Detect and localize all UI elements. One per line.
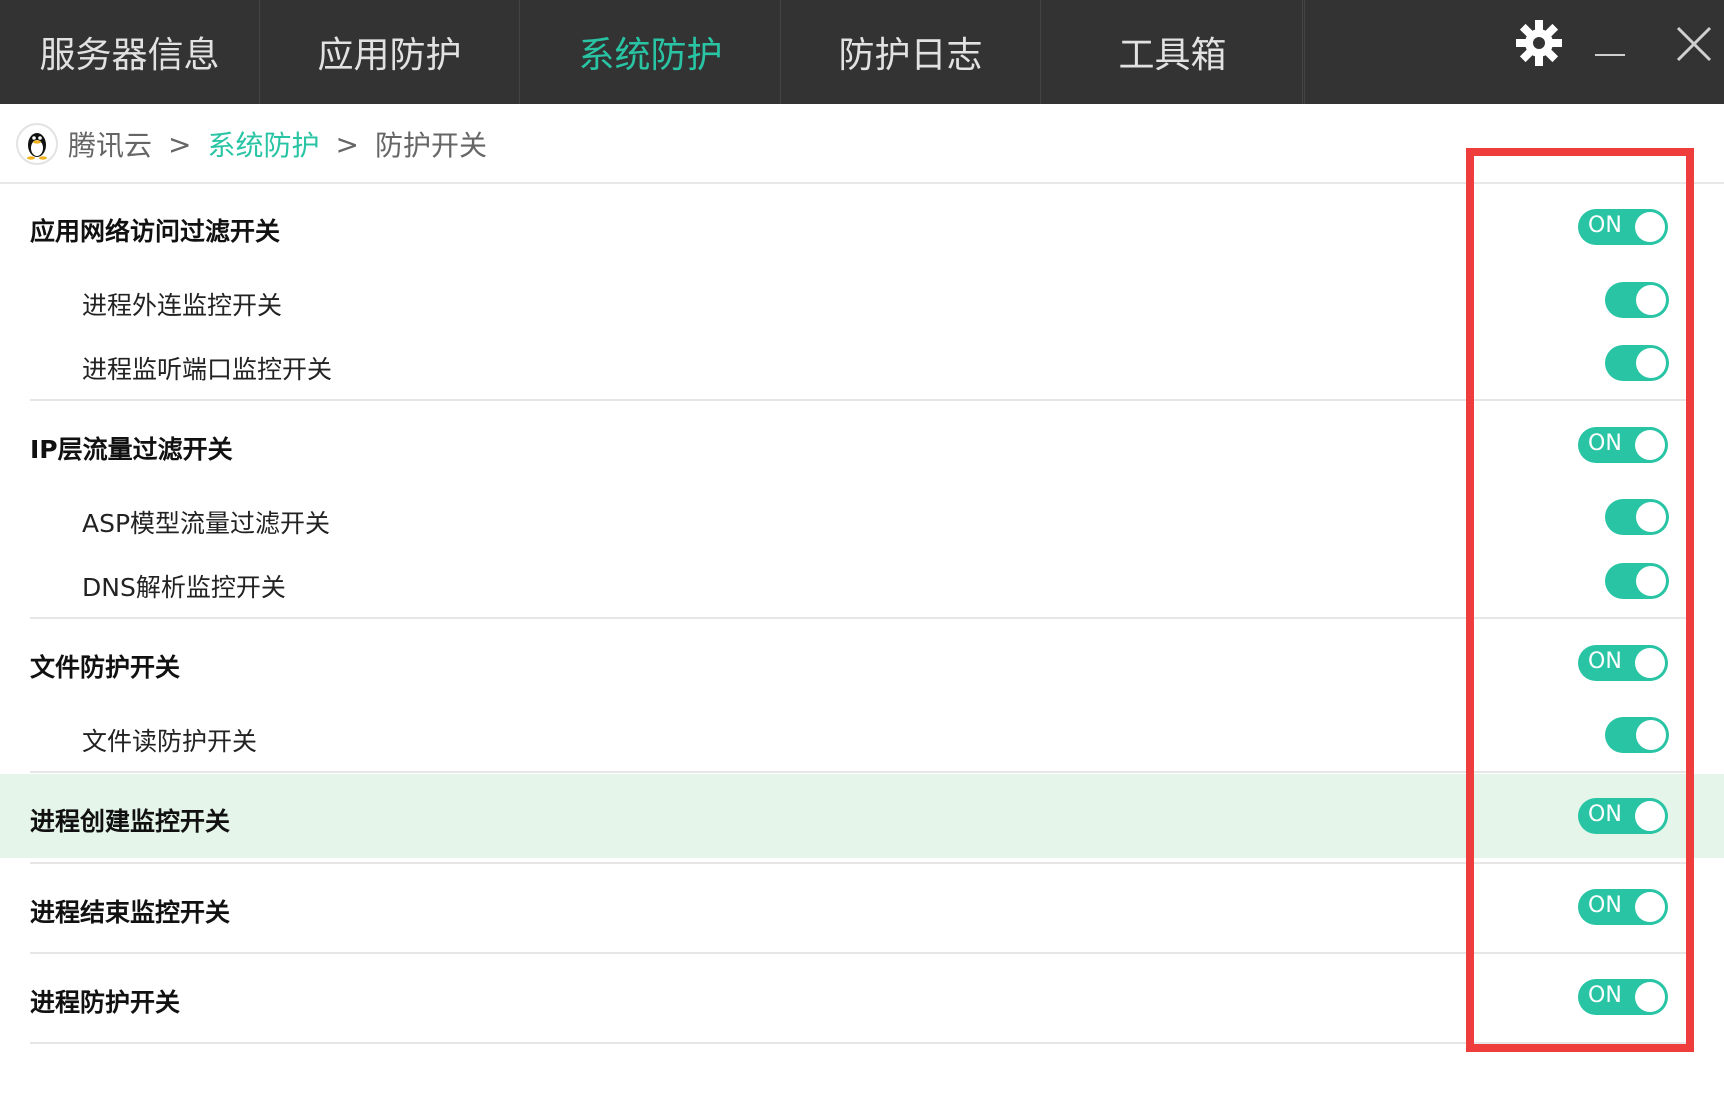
tab-server-info[interactable]: 服务器信息 bbox=[0, 0, 260, 104]
setting-label-process-protection: 进程防护开关 bbox=[30, 988, 181, 1017]
annotation-highlight-box bbox=[1466, 148, 1694, 1052]
setting-label-ip-layer-filter: IP层流量过滤开关 bbox=[30, 435, 233, 464]
breadcrumb-section[interactable]: 系统防护 bbox=[207, 124, 319, 164]
breadcrumb-separator: > bbox=[335, 127, 359, 161]
divider bbox=[30, 771, 1694, 773]
breadcrumb: 腾讯云 > 系统防护 > 防护开关 bbox=[16, 118, 487, 170]
tab-app-protection[interactable]: 应用防护 bbox=[260, 0, 520, 104]
close-icon[interactable] bbox=[1674, 24, 1714, 64]
divider bbox=[30, 862, 1694, 864]
tab-toolbox[interactable]: 工具箱 bbox=[1043, 0, 1303, 104]
setting-label-asp-model-filter: ASP模型流量过滤开关 bbox=[82, 509, 331, 538]
divider bbox=[30, 952, 1694, 954]
qq-penguin-icon bbox=[16, 123, 58, 165]
setting-label-app-network-filter: 应用网络访问过滤开关 bbox=[30, 217, 281, 246]
divider bbox=[30, 399, 1694, 401]
breadcrumb-current: 防护开关 bbox=[374, 129, 487, 162]
setting-label-file-protection: 文件防护开关 bbox=[30, 653, 181, 682]
setting-label-process-create: 进程创建监控开关 bbox=[30, 807, 231, 836]
divider bbox=[30, 1042, 1694, 1044]
tab-divider bbox=[1304, 0, 1305, 104]
setting-label-dns-monitor: DNS解析监控开关 bbox=[82, 573, 286, 602]
setting-label-process-outbound: 进程外连监控开关 bbox=[82, 291, 283, 320]
minimize-icon[interactable] bbox=[1595, 54, 1625, 56]
top-nav-bar: 服务器信息 应用防护 系统防护 防护日志 工具箱 bbox=[0, 0, 1724, 104]
breadcrumb-separator: > bbox=[168, 127, 192, 161]
setting-label-process-listen-port: 进程监听端口监控开关 bbox=[82, 355, 333, 384]
divider bbox=[30, 617, 1694, 619]
tab-protection-log[interactable]: 防护日志 bbox=[781, 0, 1041, 104]
gear-icon[interactable] bbox=[1514, 18, 1564, 68]
tab-system-protection[interactable]: 系统防护 bbox=[521, 0, 781, 104]
breadcrumb-root[interactable]: 腾讯云 bbox=[68, 124, 152, 164]
setting-label-file-read-protection: 文件读防护开关 bbox=[82, 727, 258, 756]
setting-label-process-end: 进程结束监控开关 bbox=[30, 898, 231, 927]
